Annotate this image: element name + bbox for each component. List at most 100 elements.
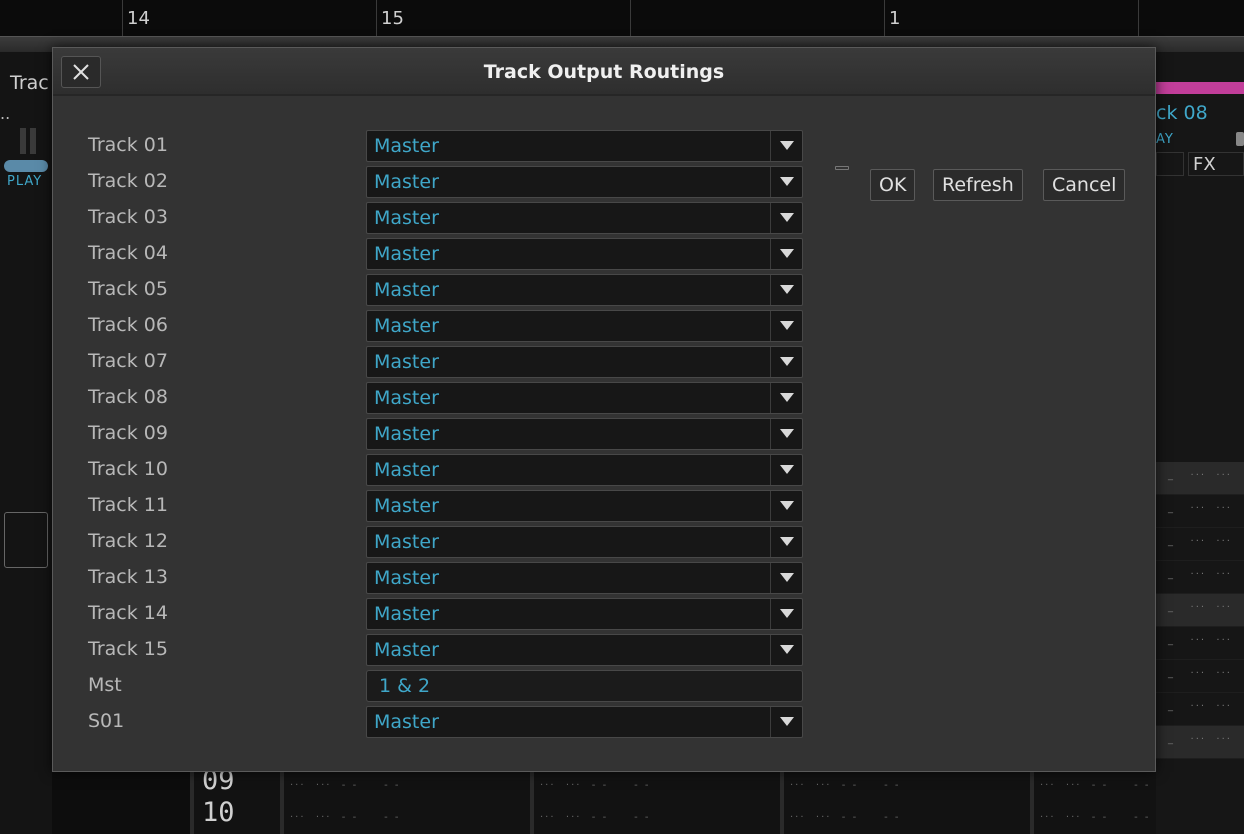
track-dots: .. xyxy=(0,104,11,123)
right-track-strip: ck 08 AY FX xyxy=(1156,52,1244,834)
play-label: AY xyxy=(1156,132,1174,147)
route-select[interactable]: Master xyxy=(366,706,803,738)
route-select[interactable]: Master xyxy=(366,634,803,666)
routing-row: Track 10 Master xyxy=(53,454,813,486)
pattern-row[interactable] xyxy=(1156,528,1244,561)
routing-row: Track 12 Master xyxy=(53,526,813,558)
pattern-row[interactable] xyxy=(1156,495,1244,528)
fx-button[interactable]: FX xyxy=(1188,152,1244,176)
play-toggle[interactable] xyxy=(4,160,48,172)
dropdown-arrow-icon xyxy=(770,203,802,233)
column-separator xyxy=(530,772,534,834)
route-select[interactable]: Master xyxy=(366,238,803,270)
bar-tick xyxy=(1138,0,1139,36)
pattern-row[interactable] xyxy=(1156,627,1244,660)
track-label: S01 xyxy=(88,710,125,732)
track-label: Track 11 xyxy=(88,494,168,516)
route-value: Master xyxy=(374,459,439,481)
pattern-row[interactable] xyxy=(1156,693,1244,726)
pattern-row[interactable] xyxy=(1156,726,1244,759)
row-number: 10 xyxy=(202,797,235,828)
track-label: Track 12 xyxy=(88,530,168,552)
track-slot[interactable] xyxy=(4,512,48,568)
routing-row: Track 11 Master xyxy=(53,490,813,522)
route-select[interactable]: Master xyxy=(366,598,803,630)
route-value: Master xyxy=(374,243,439,265)
track-label: Track 14 xyxy=(88,602,168,624)
track-output-routings-dialog: Track Output Routings OK Refresh Cancel … xyxy=(52,47,1156,772)
routing-row: Track 15 Master xyxy=(53,634,813,666)
route-select[interactable]: Master xyxy=(366,274,803,306)
dropdown-arrow-icon xyxy=(770,167,802,197)
dropdown-arrow-icon xyxy=(770,275,802,305)
ok-button[interactable]: OK xyxy=(870,169,916,201)
dropdown-arrow-icon xyxy=(770,383,802,413)
route-value: Master xyxy=(374,351,439,373)
play-label: PLAY xyxy=(7,174,43,189)
pattern-dots: ··· ··· - - - - xyxy=(540,780,651,791)
column-separator xyxy=(280,772,284,834)
bar-tick xyxy=(376,0,377,36)
track-name: ck 08 xyxy=(1156,102,1208,124)
track-label: Track 02 xyxy=(88,170,168,192)
route-select[interactable]: Master xyxy=(366,562,803,594)
pattern-row[interactable] xyxy=(1156,462,1244,495)
pattern-dots: ··· ··· - - - - xyxy=(290,812,401,823)
track-label: Track 15 xyxy=(88,638,168,660)
dropdown-arrow-icon xyxy=(770,635,802,665)
dropdown-arrow-icon xyxy=(770,311,802,341)
scroll-handle[interactable] xyxy=(1236,132,1244,146)
route-value: Master xyxy=(374,711,439,733)
route-value: Master xyxy=(374,531,439,553)
bar-tick xyxy=(630,0,631,36)
route-select[interactable]: Master xyxy=(366,130,803,162)
route-select[interactable]: Master xyxy=(366,526,803,558)
pattern-row[interactable] xyxy=(1156,561,1244,594)
track-label: Track 03 xyxy=(88,206,168,228)
route-value: Master xyxy=(374,315,439,337)
dropdown-arrow-icon xyxy=(770,491,802,521)
route-select[interactable]: Master xyxy=(366,166,803,198)
bar-tick xyxy=(884,0,885,36)
route-select[interactable]: Master xyxy=(366,310,803,342)
resize-handle[interactable] xyxy=(835,166,849,170)
track-label: Track 10 xyxy=(88,458,168,480)
column-separator xyxy=(1030,772,1034,834)
route-select[interactable]: Master xyxy=(366,490,803,522)
dropdown-arrow-icon xyxy=(770,455,802,485)
route-value: Master xyxy=(374,567,439,589)
dropdown-arrow-icon xyxy=(770,347,802,377)
pattern-dots: ··· ··· - - - - xyxy=(790,780,901,791)
dropdown-arrow-icon xyxy=(770,419,802,449)
pattern-row[interactable] xyxy=(1156,660,1244,693)
route-value: Master xyxy=(374,387,439,409)
track-slot[interactable] xyxy=(1156,152,1184,176)
route-select[interactable]: Master xyxy=(366,346,803,378)
dialog-header: Track Output Routings xyxy=(53,48,1155,96)
routing-row: Track 08 Master xyxy=(53,382,813,414)
track-label: Track 13 xyxy=(88,566,168,588)
route-select[interactable]: Master xyxy=(366,202,803,234)
routing-row: Track 09 Master xyxy=(53,418,813,450)
dropdown-arrow-icon xyxy=(770,599,802,629)
refresh-button[interactable]: Refresh xyxy=(933,169,1023,201)
routing-row: S01 Master xyxy=(53,706,813,738)
pattern-row[interactable] xyxy=(1156,594,1244,627)
route-value: 1 & 2 xyxy=(379,675,431,697)
track-label: Track 04 xyxy=(88,242,168,264)
pattern-dots: ··· ··· - - - - xyxy=(790,812,901,823)
dropdown-arrow-icon xyxy=(770,707,802,737)
track-name: Trac xyxy=(10,72,49,94)
pattern-dots: ··· ··· - - - - xyxy=(1040,780,1151,791)
pattern-dots: ··· ··· - - - - xyxy=(540,812,651,823)
route-select[interactable]: Master xyxy=(366,382,803,414)
route-select[interactable]: Master xyxy=(366,454,803,486)
routing-row: Track 13 Master xyxy=(53,562,813,594)
track-label: Track 05 xyxy=(88,278,168,300)
pattern-editor: 09 10 ··· ··· - - - - ··· ··· - - - - ··· … xyxy=(190,765,1156,834)
level-meter xyxy=(20,128,36,154)
route-select[interactable]: Master xyxy=(366,418,803,450)
dropdown-arrow-icon xyxy=(770,563,802,593)
timeline-ruler[interactable]: 14 15 1 xyxy=(0,0,1244,36)
cancel-button[interactable]: Cancel xyxy=(1043,169,1126,201)
